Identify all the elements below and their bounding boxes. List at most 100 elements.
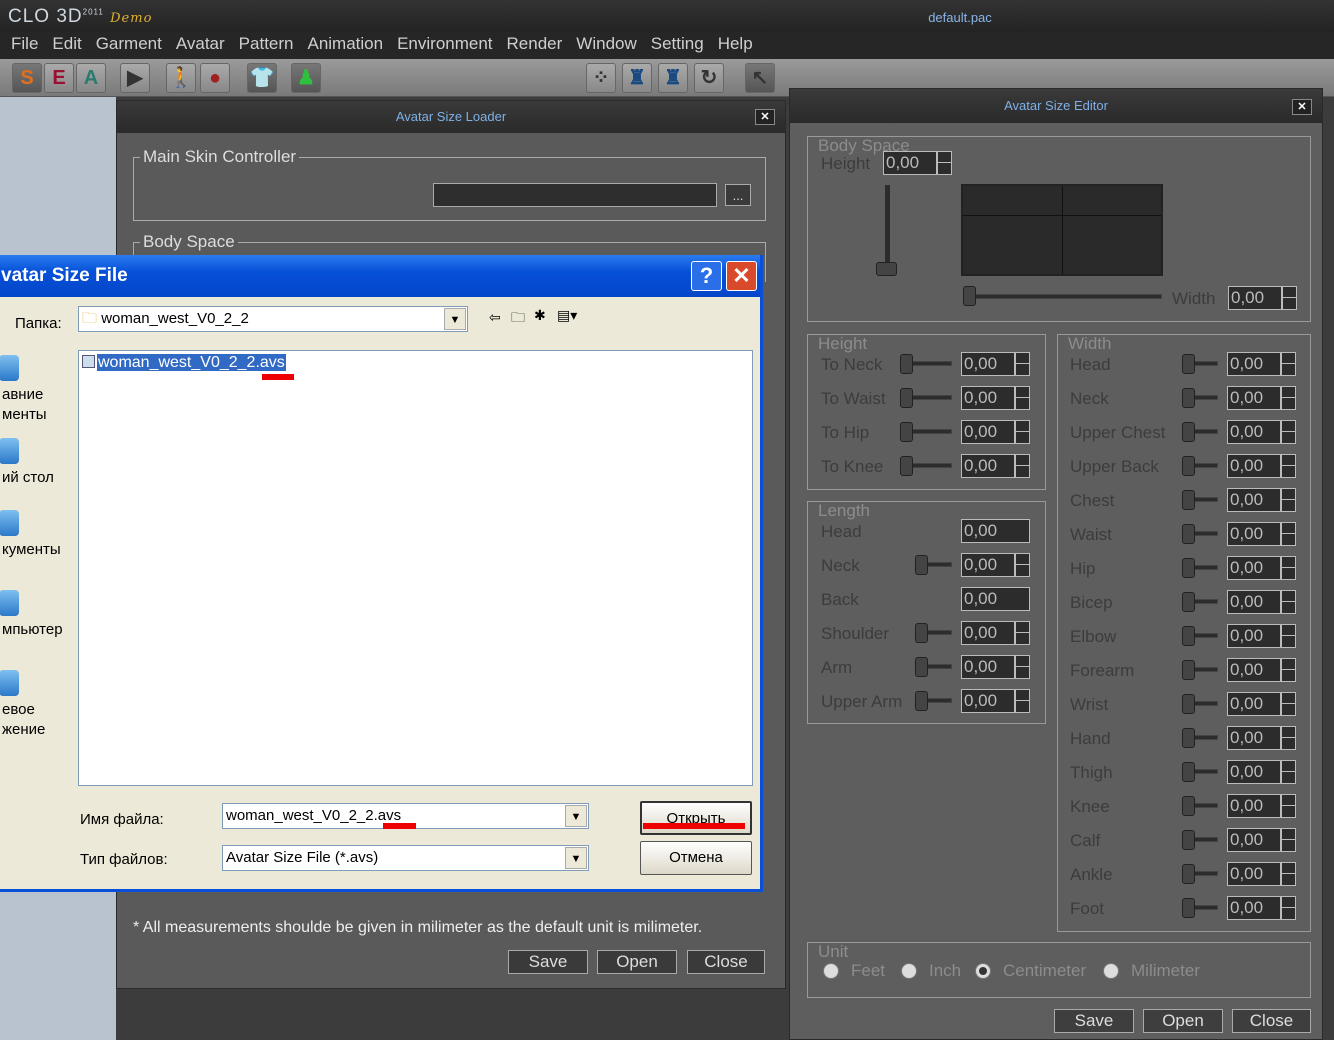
cancel-button[interactable]: Отмена xyxy=(640,841,752,875)
menu-avatar[interactable]: Avatar xyxy=(169,32,232,59)
to-waist-input[interactable]: 0,00 xyxy=(961,386,1015,410)
forearm-spinner[interactable] xyxy=(1281,658,1296,682)
arm-spinner[interactable] xyxy=(1015,655,1030,679)
neck-slider-knob[interactable] xyxy=(915,555,928,575)
back-icon[interactable]: ⇦ xyxy=(489,309,501,326)
play-icon[interactable]: ▶ xyxy=(120,63,150,93)
upper-chest-slider-knob[interactable] xyxy=(1182,422,1195,442)
shoulder-input[interactable]: 0,00 xyxy=(961,621,1015,645)
menu-environment[interactable]: Environment xyxy=(390,32,499,59)
main-skin-input[interactable] xyxy=(433,183,717,207)
wrist-spinner[interactable] xyxy=(1281,692,1296,716)
file-list[interactable]: woman_west_V0_2_2.avs xyxy=(78,350,753,786)
unit-radio-centimeter[interactable] xyxy=(975,963,991,979)
chevron-down-icon[interactable]: ▼ xyxy=(565,847,587,869)
neck-spinner[interactable] xyxy=(1281,386,1296,410)
filetype-select[interactable]: Avatar Size File (*.avs) ▼ xyxy=(222,845,589,871)
loader-open-button[interactable]: Open xyxy=(597,950,677,974)
head-spinner[interactable] xyxy=(1281,352,1296,376)
ankle-input[interactable]: 0,00 xyxy=(1227,862,1281,886)
elbow-spinner[interactable] xyxy=(1281,624,1296,648)
head-input[interactable]: 0,00 xyxy=(1227,352,1281,376)
menu-window[interactable]: Window xyxy=(569,32,643,59)
to-neck-spinner[interactable] xyxy=(1015,352,1030,376)
animation-mode-button[interactable]: A xyxy=(76,63,106,93)
arm-input[interactable]: 0,00 xyxy=(961,655,1015,679)
help-button[interactable]: ? xyxy=(691,261,722,291)
place-item[interactable]: мпьютер xyxy=(2,620,72,640)
chevron-down-icon[interactable]: ▼ xyxy=(565,805,587,827)
arm-slider-knob[interactable] xyxy=(915,657,928,677)
forearm-input[interactable]: 0,00 xyxy=(1227,658,1281,682)
chest-spinner[interactable] xyxy=(1281,488,1296,512)
view-menu-icon[interactable]: ▤▾ xyxy=(557,307,577,324)
to-hip-input[interactable]: 0,00 xyxy=(961,420,1015,444)
wrist-input[interactable]: 0,00 xyxy=(1227,692,1281,716)
calf-input[interactable]: 0,00 xyxy=(1227,828,1281,852)
head-slider-knob[interactable] xyxy=(1182,354,1195,374)
chest-slider-knob[interactable] xyxy=(1182,490,1195,510)
upper-arm-spinner[interactable] xyxy=(1015,689,1030,713)
neck-input[interactable]: 0,00 xyxy=(961,553,1015,577)
upper-chest-input[interactable]: 0,00 xyxy=(1227,420,1281,444)
hand-slider-knob[interactable] xyxy=(1182,728,1195,748)
calf-spinner[interactable] xyxy=(1281,828,1296,852)
to-neck-input[interactable]: 0,00 xyxy=(961,352,1015,376)
head-input[interactable]: 0,00 xyxy=(961,519,1030,543)
neck-spinner[interactable] xyxy=(1015,553,1030,577)
menu-file[interactable]: File xyxy=(4,32,45,59)
upper-back-slider-knob[interactable] xyxy=(1182,456,1195,476)
chest-input[interactable]: 0,00 xyxy=(1227,488,1281,512)
knee-input[interactable]: 0,00 xyxy=(1227,794,1281,818)
browse-button[interactable]: ... xyxy=(725,184,751,206)
to-waist-spinner[interactable] xyxy=(1015,386,1030,410)
foot-slider-knob[interactable] xyxy=(1182,898,1195,918)
forearm-slider-knob[interactable] xyxy=(1182,660,1195,680)
waist-spinner[interactable] xyxy=(1281,522,1296,546)
to-waist-slider-knob[interactable] xyxy=(900,388,913,408)
editor-open-button[interactable]: Open xyxy=(1143,1009,1223,1033)
elbow-input[interactable]: 0,00 xyxy=(1227,624,1281,648)
hip-input[interactable]: 0,00 xyxy=(1227,556,1281,580)
ankle-spinner[interactable] xyxy=(1281,862,1296,886)
ankle-slider-knob[interactable] xyxy=(1182,864,1195,884)
shoulder-slider-knob[interactable] xyxy=(915,623,928,643)
calf-slider-knob[interactable] xyxy=(1182,830,1195,850)
bicep-slider-knob[interactable] xyxy=(1182,592,1195,612)
close-icon[interactable]: ✕ xyxy=(1292,99,1312,115)
foot-input[interactable]: 0,00 xyxy=(1227,896,1281,920)
upper-arm-input[interactable]: 0,00 xyxy=(961,689,1015,713)
shoulder-spinner[interactable] xyxy=(1015,621,1030,645)
reset-icon[interactable]: ↻ xyxy=(694,63,724,93)
close-button[interactable]: ✕ xyxy=(726,261,757,291)
to-knee-spinner[interactable] xyxy=(1015,454,1030,478)
menu-garment[interactable]: Garment xyxy=(89,32,169,59)
hand-spinner[interactable] xyxy=(1281,726,1296,750)
menu-render[interactable]: Render xyxy=(500,32,570,59)
waist-input[interactable]: 0,00 xyxy=(1227,522,1281,546)
knee-slider-knob[interactable] xyxy=(1182,796,1195,816)
hip-slider-knob[interactable] xyxy=(1182,558,1195,578)
body-height-spinner[interactable] xyxy=(937,151,952,175)
unit-radio-milimeter[interactable] xyxy=(1103,963,1119,979)
avatar-icon[interactable]: ♟ xyxy=(291,63,321,93)
chevron-down-icon[interactable]: ▼ xyxy=(444,308,466,330)
height-slider-knob[interactable] xyxy=(876,262,897,276)
walk-icon[interactable]: 🚶 xyxy=(166,63,196,93)
loader-save-button[interactable]: Save xyxy=(508,950,588,974)
upper-back-input[interactable]: 0,00 xyxy=(1227,454,1281,478)
garment-avatar-icon[interactable]: ♜ xyxy=(658,63,688,93)
garment-icon[interactable]: 👕 xyxy=(247,63,277,93)
editor-close-button[interactable]: Close xyxy=(1232,1009,1311,1033)
to-hip-slider-knob[interactable] xyxy=(900,422,913,442)
close-icon[interactable]: ✕ xyxy=(755,109,775,125)
thigh-input[interactable]: 0,00 xyxy=(1227,760,1281,784)
place-item[interactable]: кументы xyxy=(2,540,72,560)
edit-mode-button[interactable]: E xyxy=(44,63,74,93)
neck-input[interactable]: 0,00 xyxy=(1227,386,1281,410)
bicep-input[interactable]: 0,00 xyxy=(1227,590,1281,614)
simulation-mode-button[interactable]: S xyxy=(12,63,42,93)
hand-input[interactable]: 0,00 xyxy=(1227,726,1281,750)
menu-pattern[interactable]: Pattern xyxy=(232,32,301,59)
menu-edit[interactable]: Edit xyxy=(45,32,88,59)
